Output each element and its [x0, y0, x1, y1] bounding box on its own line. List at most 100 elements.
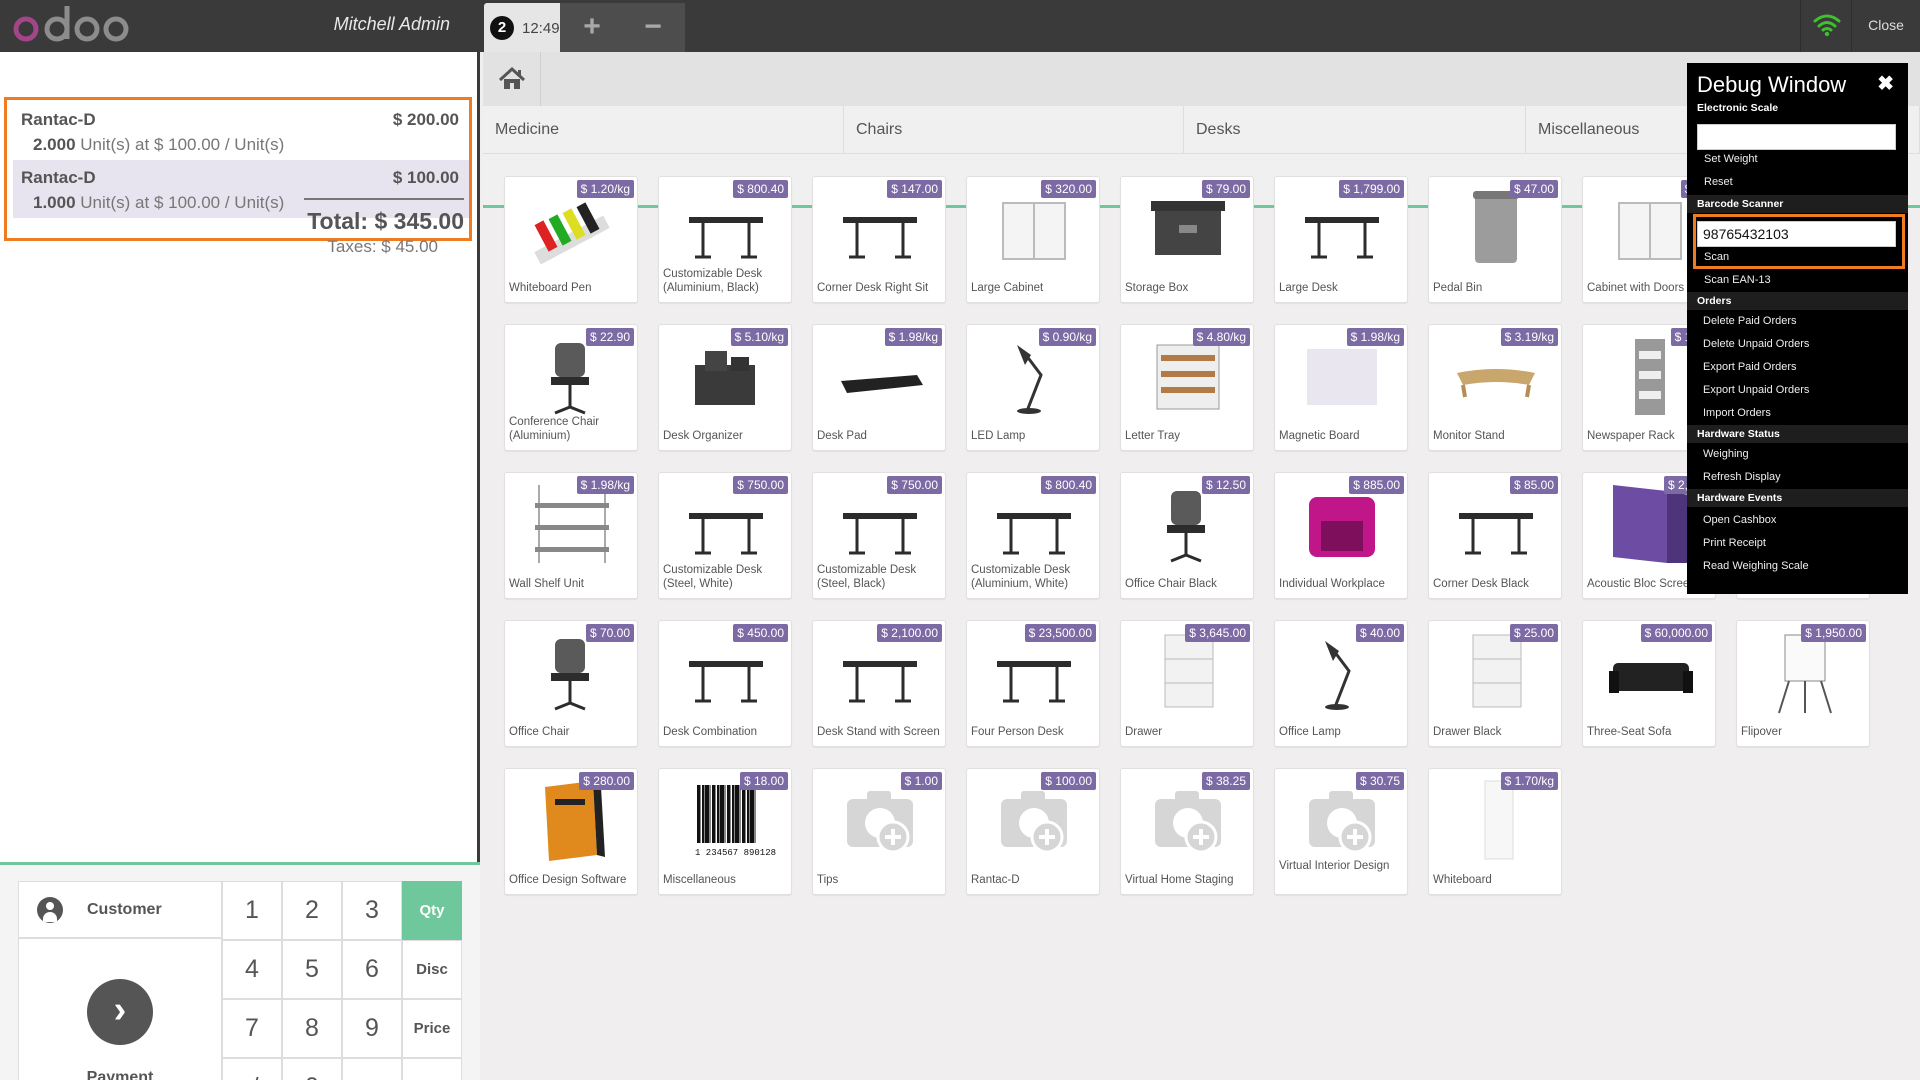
numpad-key-9[interactable]: 9 — [342, 999, 402, 1058]
product-card[interactable]: $ 1.70/kg Whiteboard — [1428, 768, 1562, 895]
product-card[interactable]: $ 47.00 Pedal Bin — [1428, 176, 1562, 303]
set-weight-button[interactable]: Set Weight — [1704, 153, 1758, 165]
product-card[interactable]: $ 40.00 Office Lamp — [1274, 620, 1408, 747]
weighing-status[interactable]: Weighing — [1703, 448, 1749, 460]
product-price-tag: $ 79.00 — [1201, 180, 1250, 198]
category-medicine[interactable]: Medicine — [483, 106, 844, 154]
product-card[interactable]: $ 70.00 Office Chair — [504, 620, 638, 747]
product-card[interactable]: $ 2,100.00 Desk Stand with Screen — [812, 620, 946, 747]
product-card[interactable]: $ 23,500.00 Four Person Desk — [966, 620, 1100, 747]
weight-input[interactable] — [1697, 124, 1896, 150]
debug-window: Debug Window ✖ Electronic Scale Set Weig… — [1687, 63, 1908, 594]
close-icon[interactable]: ✖ — [1877, 71, 1894, 96]
product-card[interactable]: $ 320.00 Large Cabinet — [966, 176, 1100, 303]
orderline[interactable]: Rantac-D $ 200.00 2.000 Unit(s) at $ 100… — [13, 102, 469, 160]
product-name: Large Desk — [1279, 282, 1338, 294]
product-card[interactable]: $ 885.00 Individual Workplace — [1274, 472, 1408, 599]
product-price-tag: $ 1.20/kg — [576, 180, 634, 198]
product-card[interactable]: $ 1.98/kg Magnetic Board — [1274, 324, 1408, 451]
product-card[interactable]: $ 147.00 Corner Desk Right Sit — [812, 176, 946, 303]
product-price-tag: $ 750.00 — [887, 476, 942, 494]
wifi-status-button[interactable] — [1800, 0, 1852, 52]
cashier-name[interactable]: Mitchell Admin — [290, 14, 450, 35]
numpad-key-7[interactable]: 7 — [222, 999, 282, 1058]
product-name: Magnetic Board — [1279, 430, 1360, 442]
product-card[interactable]: $ 1.98/kg Desk Pad — [812, 324, 946, 451]
mode-qty-button[interactable]: Qty — [402, 881, 462, 940]
product-card[interactable]: $ 38.25 Virtual Home Staging — [1120, 768, 1254, 895]
product-card[interactable]: $ 800.40 Customizable Desk (Aluminium, Wh… — [966, 472, 1100, 599]
minus-icon: − — [644, 10, 662, 43]
product-card[interactable]: $ 750.00 Customizable Desk (Steel, Black) — [812, 472, 946, 599]
product-card[interactable]: 1 234567 890128 $ 18.00 Miscellaneous — [658, 768, 792, 895]
product-card[interactable]: $ 750.00 Customizable Desk (Steel, White) — [658, 472, 792, 599]
product-name: Customizable Desk (Steel, Black) — [817, 564, 917, 590]
product-price-tag: $ 0.90/kg — [1038, 328, 1096, 346]
order-time: 12:49 — [522, 20, 560, 37]
mode-disc-button[interactable]: Disc — [402, 940, 462, 999]
product-card[interactable]: $ 3,645.00 Drawer — [1120, 620, 1254, 747]
product-card[interactable]: $ 800.40 Customizable Desk (Aluminium, Bl… — [658, 176, 792, 303]
print-receipt-button[interactable]: Print Receipt — [1703, 537, 1766, 549]
category-desks[interactable]: Desks — [1184, 106, 1526, 154]
product-card[interactable]: $ 100.00 Rantac-D — [966, 768, 1100, 895]
product-card[interactable]: $ 1,950.00 Flipover — [1736, 620, 1870, 747]
delete-paid-orders-button[interactable]: Delete Paid Orders — [1703, 315, 1797, 327]
numpad-key-8[interactable]: 8 — [282, 999, 342, 1058]
product-card[interactable]: $ 12.50 Office Chair Black — [1120, 472, 1254, 599]
set-customer-button[interactable]: Customer — [18, 881, 222, 938]
delete-unpaid-orders-button[interactable]: Delete Unpaid Orders — [1703, 338, 1809, 350]
product-card[interactable]: $ 450.00 Desk Combination — [658, 620, 792, 747]
numpad-key-plusminus[interactable]: +/- — [222, 1058, 282, 1080]
product-name: Whiteboard — [1433, 874, 1492, 886]
product-card[interactable]: $ 1.98/kg Wall Shelf Unit — [504, 472, 638, 599]
numpad-key-3[interactable]: 3 — [342, 881, 402, 940]
numpad-key-6[interactable]: 6 — [342, 940, 402, 999]
product-price-tag: $ 47.00 — [1509, 180, 1558, 198]
category-chairs[interactable]: Chairs — [844, 106, 1184, 154]
payment-button[interactable]: › Payment — [18, 938, 222, 1080]
product-card[interactable]: $ 22.90 Conference Chair (Aluminium) — [504, 324, 638, 451]
product-card[interactable]: $ 1.20/kg Whiteboard Pen — [504, 176, 638, 303]
add-order-button[interactable]: + — [560, 3, 624, 52]
product-card[interactable]: $ 3.19/kg Monitor Stand — [1428, 324, 1562, 451]
product-card[interactable]: $ 25.00 Drawer Black — [1428, 620, 1562, 747]
order-tab[interactable]: 2 12:49 — [484, 3, 564, 52]
product-card[interactable]: $ 60,000.00 Three-Seat Sofa — [1582, 620, 1716, 747]
product-price-tag: $ 1.00 — [900, 772, 942, 790]
export-unpaid-orders-button[interactable]: Export Unpaid Orders — [1703, 384, 1809, 396]
home-category-button[interactable] — [483, 52, 541, 106]
product-card[interactable]: $ 4.80/kg Letter Tray — [1120, 324, 1254, 451]
product-card[interactable]: $ 1.00 Tips — [812, 768, 946, 895]
export-paid-orders-button[interactable]: Export Paid Orders — [1703, 361, 1797, 373]
product-name: Drawer — [1125, 726, 1163, 738]
mode-price-button[interactable]: Price — [402, 999, 462, 1058]
product-price-tag: $ 4.80/kg — [1192, 328, 1250, 346]
product-card[interactable]: $ 5.10/kg Desk Organizer — [658, 324, 792, 451]
numpad-key-0[interactable]: 0 — [282, 1058, 342, 1080]
remove-order-button[interactable]: − — [621, 3, 685, 52]
product-card[interactable]: $ 85.00 Corner Desk Black — [1428, 472, 1562, 599]
open-cashbox-button[interactable]: Open Cashbox — [1703, 514, 1776, 526]
refresh-display-button[interactable]: Refresh Display — [1703, 471, 1781, 483]
read-weighing-scale-button[interactable]: Read Weighing Scale — [1703, 560, 1809, 572]
reset-button[interactable]: Reset — [1704, 176, 1733, 188]
numpad-key-5[interactable]: 5 — [282, 940, 342, 999]
close-pos-button[interactable]: Close — [1852, 0, 1920, 52]
import-orders-button[interactable]: Import Orders — [1703, 407, 1771, 419]
product-name: Customizable Desk (Aluminium, Black) — [663, 268, 763, 294]
product-price-tag: $ 5.10/kg — [730, 328, 788, 346]
product-price-tag: $ 450.00 — [733, 624, 788, 642]
numpad-key-4[interactable]: 4 — [222, 940, 282, 999]
product-card[interactable]: $ 0.90/kg LED Lamp — [966, 324, 1100, 451]
product-card[interactable]: $ 1,799.00 Large Desk — [1274, 176, 1408, 303]
numpad-key-2[interactable]: 2 — [282, 881, 342, 940]
product-card[interactable]: $ 79.00 Storage Box — [1120, 176, 1254, 303]
product-price-tag: $ 280.00 — [579, 772, 634, 790]
product-card[interactable]: $ 280.00 Office Design Software — [504, 768, 638, 895]
product-card[interactable]: $ 30.75 Virtual Interior Design — [1274, 768, 1408, 895]
scan-ean13-button[interactable]: Scan EAN-13 — [1704, 274, 1771, 286]
numpad-backspace-button[interactable] — [402, 1058, 462, 1080]
numpad-key-1[interactable]: 1 — [222, 881, 282, 940]
numpad-key-dot[interactable]: . — [342, 1058, 402, 1080]
